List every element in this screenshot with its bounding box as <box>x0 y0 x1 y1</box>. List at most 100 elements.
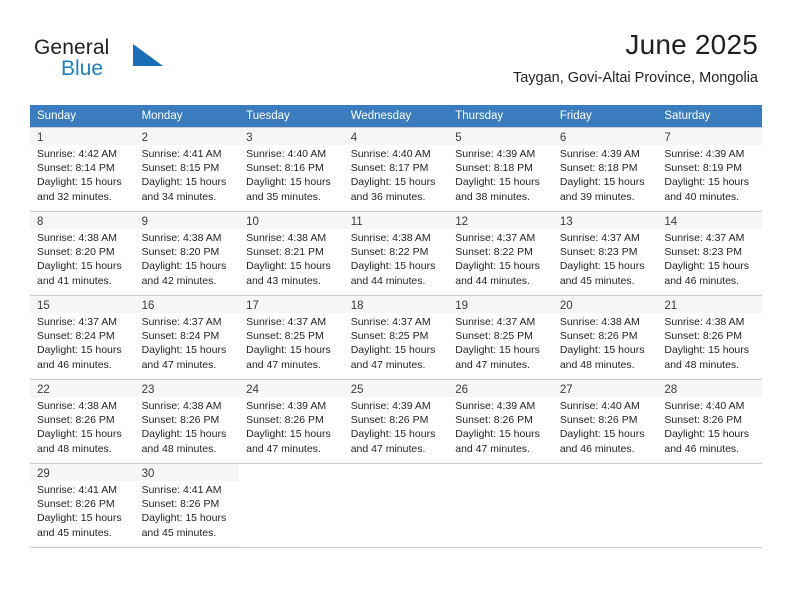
day-cell-body: 26 Sunrise: 4:39 AM Sunset: 8:26 PM Dayligh… <box>448 379 553 463</box>
day-detail-sunset: Sunset: 8:18 PM <box>559 162 638 175</box>
day-detail-sunset: Sunset: 8:26 PM <box>37 414 115 427</box>
calendar-day-cell[interactable]: 30 Sunrise: 4:41 AM Sunset: 8:26 PM Dayligh… <box>134 463 240 547</box>
calendar-day-cell[interactable]: 5 Sunrise: 4:39 AM Sunset: 8:18 PM Daylight… <box>448 127 553 211</box>
calendar-day-cell[interactable]: 6 Sunrise: 4:39 AM Sunset: 8:18 PM Daylight… <box>552 127 658 211</box>
day-cell-body: 15 Sunrise: 4:37 AM Sunset: 8:24 PM Dayligh… <box>30 295 135 379</box>
day-detail-daylight-line-1: Daylight: 15 hours <box>559 260 645 273</box>
day-detail-sunset: Sunset: 8:26 PM <box>559 330 638 343</box>
day-number: 29 <box>37 468 50 480</box>
brand-logo[interactable]: General Blue <box>34 36 234 94</box>
day-details: Sunrise: 4:40 AM Sunset: 8:26 PM Daylight:… <box>657 397 762 461</box>
day-details: Sunrise: 4:37 AM Sunset: 8:25 PM Daylight:… <box>239 313 344 377</box>
day-detail-sunset: Sunset: 8:26 PM <box>664 330 743 343</box>
calendar-day-cell[interactable]: 7 Sunrise: 4:39 AM Sunset: 8:19 PM Daylight… <box>657 127 762 211</box>
day-details <box>448 481 553 545</box>
day-details <box>343 481 449 545</box>
calendar-day-cell[interactable]: 11 Sunrise: 4:38 AM Sunset: 8:22 PM Dayligh… <box>343 211 449 295</box>
day-cell-body: 17 Sunrise: 4:37 AM Sunset: 8:25 PM Dayligh… <box>239 295 344 379</box>
weekday-header-tuesday: Tuesday <box>239 105 344 127</box>
day-details: Sunrise: 4:38 AM Sunset: 8:22 PM Daylight:… <box>343 229 449 293</box>
day-detail-daylight-line-2: and 47 minutes. <box>455 442 530 455</box>
calendar-day-cell[interactable] <box>239 463 344 547</box>
calendar-day-cell[interactable]: 1 Sunrise: 4:42 AM Sunset: 8:14 PM Daylight… <box>30 127 135 211</box>
calendar-day-cell[interactable]: 20 Sunrise: 4:38 AM Sunset: 8:26 PM Dayligh… <box>552 295 658 379</box>
day-detail-sunrise: Sunrise: 4:38 AM <box>350 232 431 244</box>
calendar-day-cell[interactable]: 24 Sunrise: 4:39 AM Sunset: 8:26 PM Dayligh… <box>239 379 344 463</box>
day-detail-daylight-line-2: and 47 minutes. <box>141 358 217 371</box>
day-detail-sunrise: Sunrise: 4:37 AM <box>455 316 536 328</box>
day-detail-sunrise: Sunrise: 4:40 AM <box>246 148 327 160</box>
calendar-day-cell[interactable]: 2 Sunrise: 4:41 AM Sunset: 8:15 PM Daylight… <box>134 127 240 211</box>
day-detail-sunrise: Sunrise: 4:41 AM <box>37 484 117 496</box>
day-details: Sunrise: 4:40 AM Sunset: 8:26 PM Daylight:… <box>552 397 658 461</box>
weekday-header-monday: Monday <box>134 105 240 127</box>
day-detail-daylight-line-2: and 46 minutes. <box>559 442 635 455</box>
day-detail-daylight-line-1: Daylight: 15 hours <box>141 260 227 273</box>
calendar-day-cell[interactable]: 25 Sunrise: 4:39 AM Sunset: 8:26 PM Dayligh… <box>343 379 449 463</box>
day-number: 23 <box>141 384 155 396</box>
calendar-day-cell[interactable]: 17 Sunrise: 4:37 AM Sunset: 8:25 PM Dayligh… <box>239 295 344 379</box>
calendar-day-cell[interactable]: 15 Sunrise: 4:37 AM Sunset: 8:24 PM Dayligh… <box>30 295 135 379</box>
day-detail-sunrise: Sunrise: 4:38 AM <box>141 400 222 412</box>
day-number <box>553 464 658 481</box>
day-number <box>448 464 553 481</box>
calendar-day-cell[interactable]: 19 Sunrise: 4:37 AM Sunset: 8:25 PM Dayligh… <box>448 295 553 379</box>
day-detail-daylight-line-2: and 47 minutes. <box>246 442 321 455</box>
day-details: Sunrise: 4:38 AM Sunset: 8:26 PM Daylight:… <box>30 397 135 461</box>
day-detail-sunset: Sunset: 8:26 PM <box>455 414 533 427</box>
calendar-day-cell[interactable] <box>448 463 553 547</box>
calendar-day-cell[interactable]: 22 Sunrise: 4:38 AM Sunset: 8:26 PM Dayligh… <box>30 379 135 463</box>
day-detail-sunset: Sunset: 8:26 PM <box>350 414 429 427</box>
day-number <box>657 464 762 481</box>
day-detail-daylight-line-2: and 47 minutes. <box>455 358 530 371</box>
calendar-day-cell[interactable]: 9 Sunrise: 4:38 AM Sunset: 8:20 PM Daylight… <box>134 211 240 295</box>
day-detail-daylight-line-2: and 36 minutes. <box>350 190 426 203</box>
day-detail-daylight-line-1: Daylight: 15 hours <box>246 428 331 441</box>
day-detail-sunrise: Sunrise: 4:37 AM <box>664 232 745 244</box>
day-cell-body <box>657 463 762 547</box>
day-detail-daylight-line-1: Daylight: 15 hours <box>246 344 331 357</box>
calendar-day-cell[interactable]: 3 Sunrise: 4:40 AM Sunset: 8:16 PM Daylight… <box>239 127 344 211</box>
calendar-day-cell[interactable]: 26 Sunrise: 4:39 AM Sunset: 8:26 PM Dayligh… <box>448 379 553 463</box>
day-details: Sunrise: 4:39 AM Sunset: 8:26 PM Daylight:… <box>448 397 553 461</box>
calendar-day-cell[interactable]: 27 Sunrise: 4:40 AM Sunset: 8:26 PM Dayligh… <box>552 379 658 463</box>
day-details: Sunrise: 4:40 AM Sunset: 8:17 PM Daylight:… <box>343 145 449 209</box>
day-number: 24 <box>246 384 259 396</box>
day-number <box>239 464 344 481</box>
calendar-day-cell[interactable]: 4 Sunrise: 4:40 AM Sunset: 8:17 PM Daylight… <box>343 127 449 211</box>
day-details <box>552 481 658 545</box>
day-detail-daylight-line-2: and 43 minutes. <box>246 274 321 287</box>
calendar-day-cell[interactable]: 10 Sunrise: 4:38 AM Sunset: 8:21 PM Dayligh… <box>239 211 344 295</box>
day-detail-daylight-line-2: and 35 minutes. <box>246 190 321 203</box>
calendar-day-cell[interactable]: 28 Sunrise: 4:40 AM Sunset: 8:26 PM Dayligh… <box>657 379 762 463</box>
day-cell-body: 23 Sunrise: 4:38 AM Sunset: 8:26 PM Dayligh… <box>134 379 240 463</box>
calendar-day-cell[interactable]: 13 Sunrise: 4:37 AM Sunset: 8:23 PM Dayligh… <box>552 211 658 295</box>
calendar-day-cell[interactable]: 8 Sunrise: 4:38 AM Sunset: 8:20 PM Daylight… <box>30 211 135 295</box>
day-number: 7 <box>664 132 671 144</box>
calendar-day-cell[interactable]: 29 Sunrise: 4:41 AM Sunset: 8:26 PM Dayligh… <box>30 463 135 547</box>
calendar-day-cell[interactable]: 12 Sunrise: 4:37 AM Sunset: 8:22 PM Dayligh… <box>448 211 553 295</box>
day-cell-body: 28 Sunrise: 4:40 AM Sunset: 8:26 PM Dayligh… <box>657 379 762 463</box>
day-detail-sunrise: Sunrise: 4:39 AM <box>559 148 640 160</box>
day-detail-daylight-line-1: Daylight: 15 hours <box>37 512 122 525</box>
day-detail-daylight-line-2: and 48 minutes. <box>141 442 217 455</box>
calendar-day-cell[interactable]: 14 Sunrise: 4:37 AM Sunset: 8:23 PM Dayligh… <box>657 211 762 295</box>
day-detail-sunrise: Sunrise: 4:38 AM <box>37 232 117 244</box>
calendar-day-cell[interactable] <box>552 463 658 547</box>
day-detail-daylight-line-2: and 42 minutes. <box>141 274 217 287</box>
calendar-day-cell[interactable]: 21 Sunrise: 4:38 AM Sunset: 8:26 PM Dayligh… <box>657 295 762 379</box>
calendar-day-cell[interactable]: 16 Sunrise: 4:37 AM Sunset: 8:24 PM Dayligh… <box>134 295 240 379</box>
day-cell-body: 16 Sunrise: 4:37 AM Sunset: 8:24 PM Dayligh… <box>134 295 240 379</box>
day-cell-body <box>343 463 449 547</box>
calendar-day-cell[interactable] <box>657 463 762 547</box>
day-detail-daylight-line-1: Daylight: 15 hours <box>350 176 436 189</box>
calendar-day-cell[interactable]: 18 Sunrise: 4:37 AM Sunset: 8:25 PM Dayligh… <box>343 295 449 379</box>
calendar-day-cell[interactable] <box>343 463 449 547</box>
day-details: Sunrise: 4:38 AM Sunset: 8:20 PM Daylight:… <box>134 229 240 293</box>
day-detail-daylight-line-2: and 48 minutes. <box>664 358 740 371</box>
day-detail-sunset: Sunset: 8:26 PM <box>664 414 743 427</box>
calendar-day-cell[interactable]: 23 Sunrise: 4:38 AM Sunset: 8:26 PM Dayligh… <box>134 379 240 463</box>
day-number: 6 <box>559 132 567 144</box>
day-cell-body: 22 Sunrise: 4:38 AM Sunset: 8:26 PM Dayligh… <box>30 379 135 463</box>
day-cell-body <box>448 463 553 547</box>
